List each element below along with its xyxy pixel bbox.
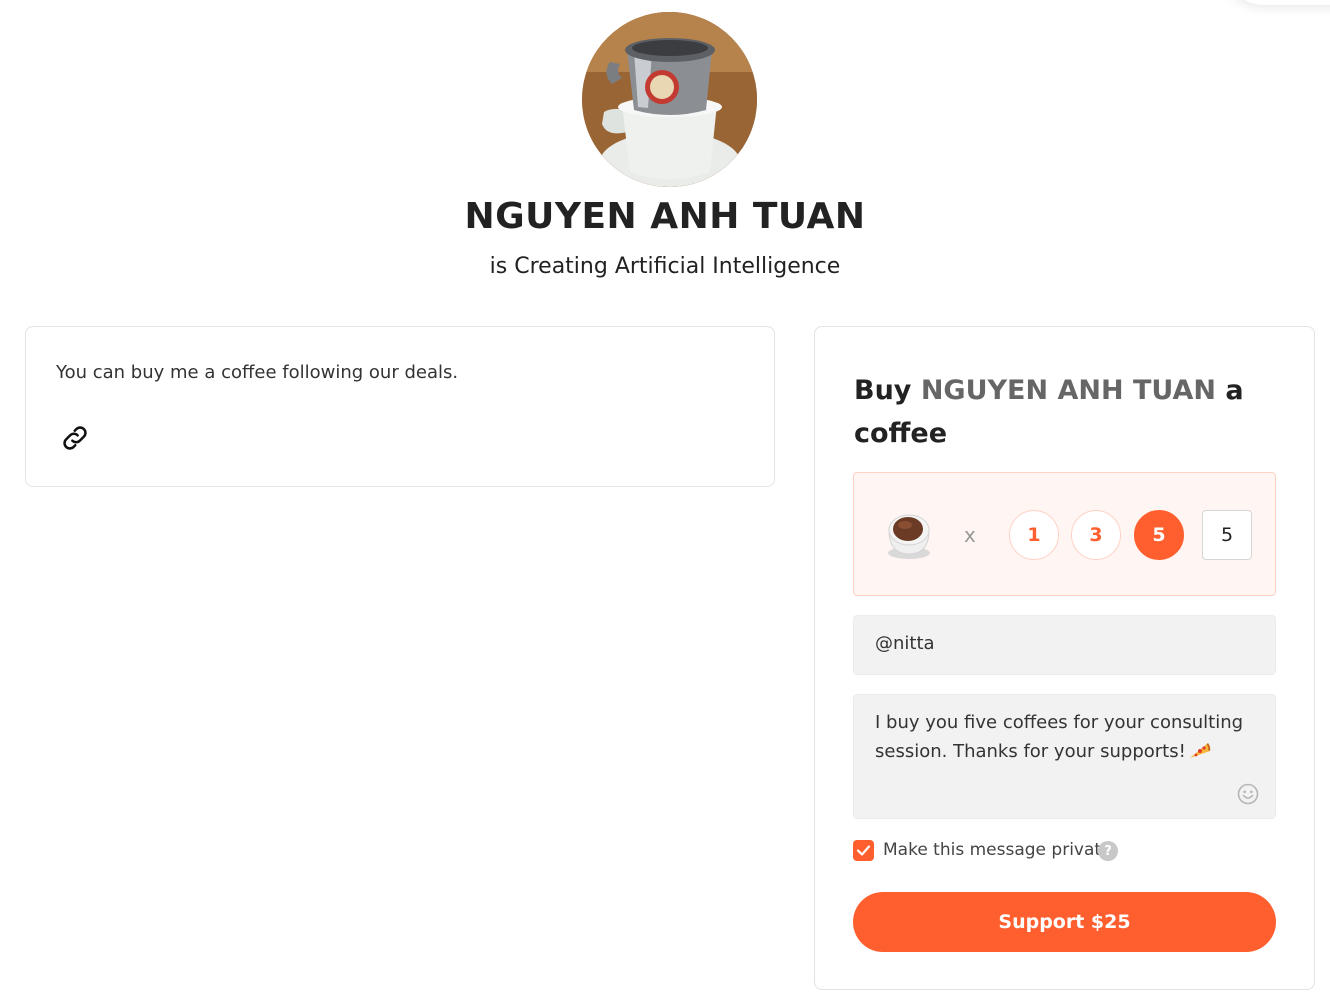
message-field[interactable]: I buy you five coffees for your consulti… (853, 694, 1276, 819)
support-button[interactable]: Support $25 (853, 892, 1276, 952)
smile-icon[interactable] (1237, 783, 1259, 805)
name-field[interactable]: @nitta (853, 615, 1276, 675)
support-title-prefix: Buy (854, 375, 921, 406)
support-card: Buy NGUYEN ANH TUAN a coffee x 1 3 5 5 @… (814, 326, 1315, 990)
quantity-input[interactable]: 5 (1202, 510, 1252, 560)
quantity-option-1[interactable]: 1 (1009, 510, 1059, 560)
creator-name: NGUYEN ANH TUAN (464, 196, 866, 237)
pizza-emoji-icon (1189, 743, 1211, 758)
quantity-option-5[interactable]: 5 (1134, 510, 1184, 560)
multiplier-sign: x (964, 523, 976, 547)
creator-avatar (582, 12, 757, 187)
support-title-creator-name: NGUYEN ANH TUAN (920, 375, 1216, 406)
link-icon[interactable] (59, 422, 91, 454)
help-icon[interactable]: ? (1098, 841, 1118, 861)
coffee-cup-icon (888, 514, 930, 559)
coffee-quantity-picker: x 1 3 5 5 (853, 472, 1276, 596)
private-label: Make this message private (883, 840, 1112, 860)
creator-tagline: is Creating Artificial Intelligence (489, 254, 841, 279)
about-text: You can buy me a coffee following our de… (56, 362, 459, 383)
about-card: You can buy me a coffee following our de… (25, 326, 775, 487)
private-checkbox[interactable] (853, 840, 874, 861)
support-title: Buy NGUYEN ANH TUAN a coffee (854, 369, 1274, 455)
corner-shadow (1220, 0, 1330, 5)
coffee-avatar-image (582, 12, 757, 187)
private-message-option: Make this message private ? (853, 839, 1153, 861)
quantity-option-3[interactable]: 3 (1071, 510, 1121, 560)
check-icon (856, 845, 871, 856)
